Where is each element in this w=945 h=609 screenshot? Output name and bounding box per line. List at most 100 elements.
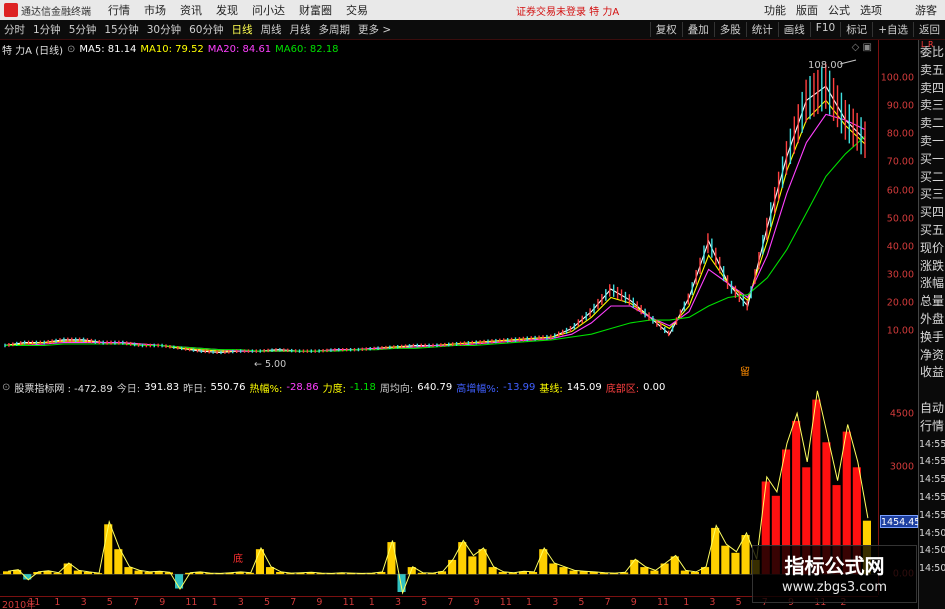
menu-item-formula[interactable]: 公式	[823, 2, 855, 18]
side-panel-item-10[interactable]: 买五	[919, 222, 945, 240]
period-tab-6[interactable]: 日线	[228, 22, 257, 37]
period-tab-10[interactable]: 更多 >	[354, 22, 395, 37]
period-tab-8[interactable]: 月线	[286, 22, 315, 37]
side-panel-item-27[interactable]: 14:50	[919, 525, 945, 543]
indicator-tick: 4500	[889, 408, 914, 420]
menu-item-layout[interactable]: 版面	[791, 2, 823, 18]
period-toolbar: 分时 1分钟 5分钟 15分钟 30分钟 60分钟 日线 周线 月线 多周期 更多 > 复权 叠加 多股…	[0, 20, 945, 40]
chart-tool-button-2[interactable]: 多股	[713, 22, 746, 37]
side-panel-item-16[interactable]: 换手	[919, 329, 945, 347]
indicator-bar	[478, 549, 487, 575]
chart-tool-button-1[interactable]: 叠加	[681, 22, 714, 37]
price-tick: 90.00	[886, 100, 914, 112]
panel-toggle[interactable]: L R	[921, 40, 934, 49]
side-panel-item-7[interactable]: 买二	[919, 169, 945, 187]
side-panel-item-12[interactable]: 涨跌	[919, 258, 945, 276]
price-tick: 20.00	[886, 297, 914, 309]
side-panel-item-3[interactable]: 卖三	[919, 97, 945, 115]
menu-item-options[interactable]: 选项	[855, 2, 887, 18]
time-tick: 7	[604, 597, 611, 608]
current-value-marker: 1454.45	[880, 515, 921, 529]
menu-item-trade[interactable]: 交易	[339, 2, 375, 18]
price-tick: 40.00	[886, 241, 914, 253]
title-bar: 通达信金融终端 行情 市场 资讯 发现 问小达 财富圈 交易 证券交易未登录 特…	[0, 0, 945, 20]
chart-tool-button-7[interactable]: +自选	[872, 22, 913, 37]
side-panel-item-21[interactable]: 行情	[919, 418, 945, 436]
watermark-title: 指标公式网	[784, 554, 885, 578]
indicator-tick: 3000	[889, 461, 914, 473]
side-panel-item-15[interactable]: 外盘	[919, 311, 945, 329]
chart-tool-button-5[interactable]: F10	[809, 22, 840, 37]
trade-login-notice[interactable]: 证券交易未登录 特 力A	[516, 3, 619, 18]
side-panel-item-1[interactable]: 卖五	[919, 62, 945, 80]
menu-item-market[interactable]: 市场	[137, 2, 173, 18]
side-panel-item-9[interactable]: 买四	[919, 204, 945, 222]
indicator-bar	[104, 524, 113, 575]
side-panel-item-25[interactable]: 14:55	[919, 489, 945, 507]
menu-item-news[interactable]: 资讯	[173, 2, 209, 18]
side-panel-item-22[interactable]: 14:55	[919, 436, 945, 454]
menu-item-ask[interactable]: 问小达	[245, 2, 292, 18]
side-panel-item-24[interactable]: 14:55	[919, 471, 945, 489]
side-panel-item-8[interactable]: 买三	[919, 186, 945, 204]
main-menu: 行情 市场 资讯 发现 问小达 财富圈 交易	[101, 2, 375, 18]
period-tab-4[interactable]: 30分钟	[143, 22, 185, 37]
indicator-bar	[468, 556, 477, 575]
time-tick: 7	[133, 597, 140, 608]
time-tick: 5	[735, 597, 742, 608]
menu-item-wealth[interactable]: 财富圈	[292, 2, 339, 18]
guest-user[interactable]: 游客	[915, 2, 937, 18]
indicator-chart[interactable]: ⊙ 股票指标网 : -472.89 今日: 391.83 昨日: 550.76 热幅%:…	[0, 380, 878, 598]
time-tick: 3	[395, 597, 402, 608]
period-tab-0[interactable]: 分时	[0, 22, 29, 37]
chart-tool-button-0[interactable]: 复权	[649, 22, 682, 37]
chart-tool-button-3[interactable]: 统计	[745, 22, 778, 37]
menu-item-discover[interactable]: 发现	[209, 2, 245, 18]
watermark-url: www.zbgs3.com	[781, 580, 888, 595]
time-axis: 2010年11135791113579111357911135791113579…	[0, 596, 878, 609]
indicator-bar	[255, 549, 264, 575]
side-panel-item-2[interactable]: 卖四	[919, 80, 945, 98]
time-tick: 1	[683, 597, 690, 608]
period-tab-2[interactable]: 5分钟	[65, 22, 101, 37]
series-line-ma20	[5, 113, 866, 352]
chart-tool-button-8[interactable]: 返回	[913, 22, 945, 37]
side-panel-item-13[interactable]: 涨幅	[919, 275, 945, 293]
period-tab-9[interactable]: 多周期	[315, 22, 355, 37]
side-panel-item-20[interactable]: 自动	[919, 400, 945, 418]
period-tabs: 分时 1分钟 5分钟 15分钟 30分钟 60分钟 日线 周线 月线 多周期 更多 >	[0, 22, 395, 37]
bottom-zone-marker: 底	[233, 552, 243, 565]
time-tick: 9	[316, 597, 323, 608]
side-panel-item-18[interactable]: 收益	[919, 364, 945, 382]
period-tab-7[interactable]: 周线	[257, 22, 286, 37]
price-chart[interactable]: 特 力A (日线) ⊙ MA5: 81.14 MA10: 79.52 MA20:…	[0, 40, 878, 378]
period-tab-3[interactable]: 15分钟	[100, 22, 142, 37]
side-panel-item-11[interactable]: 现价	[919, 240, 945, 258]
time-tick: 9	[630, 597, 637, 608]
menu-item-quotes[interactable]: 行情	[101, 2, 137, 18]
side-panel-item-4[interactable]: 卖二	[919, 115, 945, 133]
title-right-menu: 功能 版面 公式 选项	[759, 2, 887, 18]
chart-tool-button-6[interactable]: 标记	[840, 22, 872, 37]
indicator-bar	[660, 563, 669, 575]
side-panel-item-5[interactable]: 卖一	[919, 133, 945, 151]
time-tick: 7	[290, 597, 297, 608]
chart-tool-button-4[interactable]: 画线	[777, 22, 810, 37]
price-axis: 100.00 90.00 80.00 70.00 60.00 50.00 40.00 30.0…	[878, 40, 921, 595]
side-panel-item-29[interactable]: 14:50	[919, 560, 945, 578]
side-panel-item-23[interactable]: 14:55	[919, 453, 945, 471]
price-tick: 30.00	[886, 269, 914, 281]
side-panel-item-28[interactable]: 14:50	[919, 542, 945, 560]
indicator-bar	[731, 552, 740, 575]
quote-side-panel: L R 委比 卖五 卖四 卖三 卖二 卖一 买一 买二 买三 买四 买五 现价 涨跌 涨幅 总量 外盘 换手 净资…	[918, 40, 945, 609]
menu-item-function[interactable]: 功能	[759, 2, 791, 18]
side-panel-item-14[interactable]: 总量	[919, 293, 945, 311]
side-panel-item-26[interactable]: 14:55	[919, 507, 945, 525]
period-tab-5[interactable]: 60分钟	[185, 22, 227, 37]
side-panel-item-17[interactable]: 净资	[919, 347, 945, 365]
side-panel-item-19[interactable]	[919, 382, 945, 400]
side-panel-item-6[interactable]: 买一	[919, 151, 945, 169]
time-tick: 9	[159, 597, 166, 608]
indicator-plot: 底	[0, 390, 878, 595]
period-tab-1[interactable]: 1分钟	[29, 22, 65, 37]
